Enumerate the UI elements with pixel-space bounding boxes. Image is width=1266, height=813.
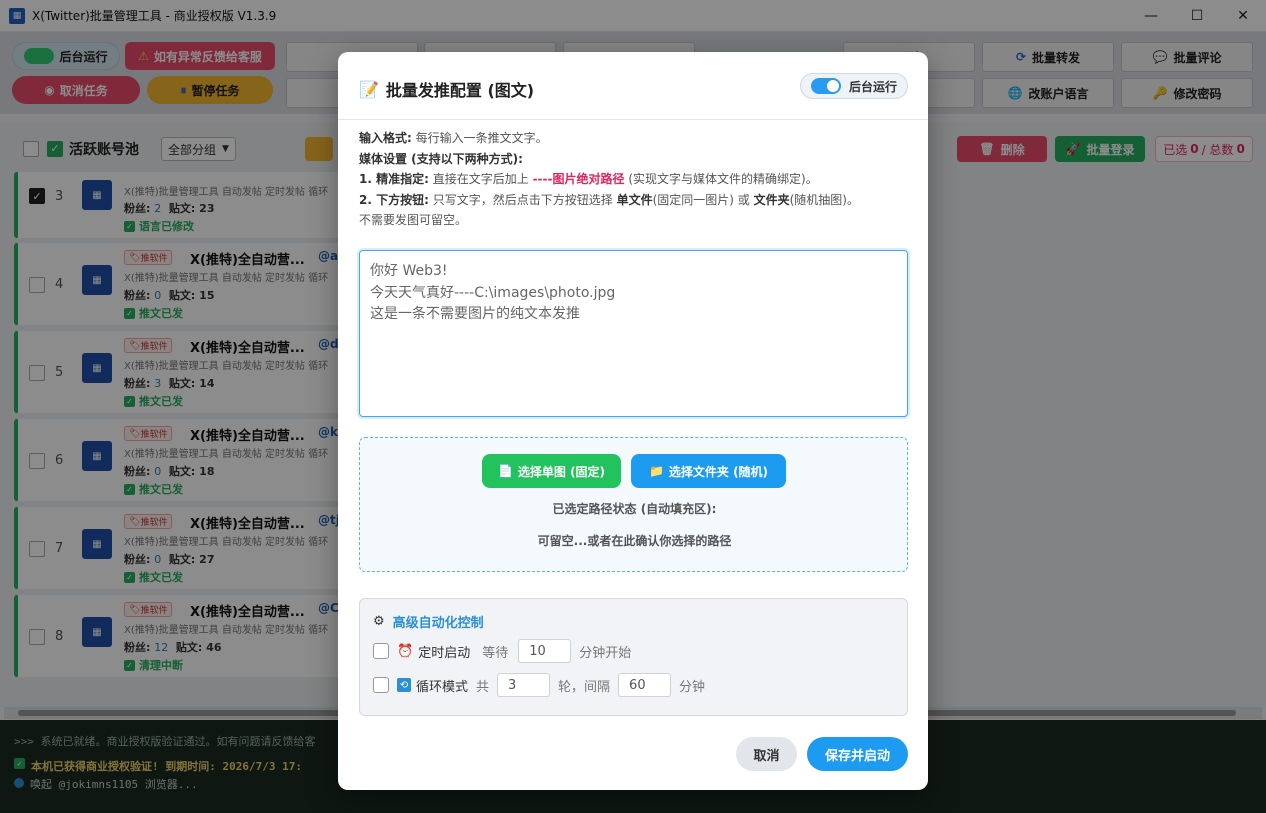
format-value: 每行输入一条推文文字。 (415, 131, 548, 145)
dialog-title: 批量发推配置 (图文) (385, 81, 535, 100)
method2-text: 只写文字，然后点击下方按钮选择 (432, 192, 613, 207)
dialog-header: 📝 批量发推配置 (图文) 后台运行 (338, 52, 928, 120)
batch-post-dialog: 📝 批量发推配置 (图文) 后台运行 输入格式: 每行输入一条推文文字。 媒体设… (338, 52, 928, 790)
tweet-textarea[interactable]: 你好 Web3! 今天天气真好----C:\images\photo.jpg 这… (359, 250, 908, 417)
path-hint[interactable]: 可留空...或者在此确认你选择的路径 (360, 532, 909, 549)
bg-run-switch-label: 后台运行 (849, 79, 898, 94)
advanced-title: 高级自动化控制 (392, 616, 484, 631)
method1-path-hint: ----图片绝对路径 (532, 172, 625, 186)
select-folder-button[interactable]: 📁 选择文件夹 (随机) (631, 454, 786, 488)
bg-run-switch[interactable]: 后台运行 (800, 73, 908, 99)
schedule-wait-label: 等待 (482, 645, 509, 661)
interval-unit: 分钟 (679, 679, 706, 695)
method2-key: 2. 下方按钮: (359, 192, 429, 207)
folder-key: 文件夹 (753, 192, 790, 207)
single-file-key: 单文件 (616, 192, 653, 207)
loop-total-label: 共 (476, 679, 490, 695)
schedule-minutes-input[interactable]: 10 (518, 639, 572, 663)
save-and-start-button[interactable]: 保存并启动 (807, 737, 908, 771)
schedule-unit: 分钟开始 (579, 645, 632, 661)
method1-note: (实现文字与媒体文件的精确绑定)。 (628, 172, 818, 186)
folder-icon: 📁 (648, 464, 664, 478)
interval-minutes-input[interactable]: 60 (618, 673, 672, 697)
format-key: 输入格式: (359, 131, 412, 145)
method1-text: 直接在文字后加上 (432, 172, 529, 186)
optional-note: 不需要发图可留空。 (359, 213, 468, 227)
gear-icon: ⚙ (373, 614, 385, 629)
loop-unit: 轮，间隔 (558, 679, 611, 695)
toggle-switch-icon (811, 78, 841, 94)
instructions: 输入格式: 每行输入一条推文文字。 媒体设置 (支持以下两种方式): 1. 精准… (359, 128, 909, 231)
loop-rounds-input[interactable]: 3 (497, 673, 551, 697)
method1-key: 1. 精准指定: (359, 172, 429, 186)
loop-label: 循环模式 (416, 679, 469, 695)
loop-checkbox[interactable] (373, 677, 389, 693)
select-single-image-button[interactable]: 📄 选择单图 (固定) (482, 454, 621, 488)
advanced-controls: ⚙ 高级自动化控制 ⏰ 定时启动 等待 10 分钟开始 ⟲ 循环模式 共 3 轮… (359, 598, 908, 716)
single-file-note: (固定同一图片) 或 (652, 192, 750, 207)
media-drop-zone: 📄 选择单图 (固定) 📁 选择文件夹 (随机) 已选定路径状态 (自动填充区)… (359, 437, 908, 572)
folder-note: (随机抽图)。 (789, 192, 859, 207)
schedule-checkbox[interactable] (373, 643, 389, 659)
cancel-button[interactable]: 取消 (736, 737, 797, 771)
path-state-label: 已选定路径状态 (自动填充区): (552, 502, 717, 516)
memo-icon: 📝 (359, 79, 379, 99)
select-folder-label: 选择文件夹 (随机) (668, 464, 769, 479)
repeat-icon: ⟲ (397, 678, 411, 692)
media-key: 媒体设置 (支持以下两种方式): (359, 151, 523, 166)
select-single-label: 选择单图 (固定) (517, 464, 606, 479)
schedule-label: 定时启动 (418, 645, 471, 661)
alarm-clock-icon: ⏰ (397, 643, 414, 659)
file-icon: 📄 (497, 464, 513, 478)
